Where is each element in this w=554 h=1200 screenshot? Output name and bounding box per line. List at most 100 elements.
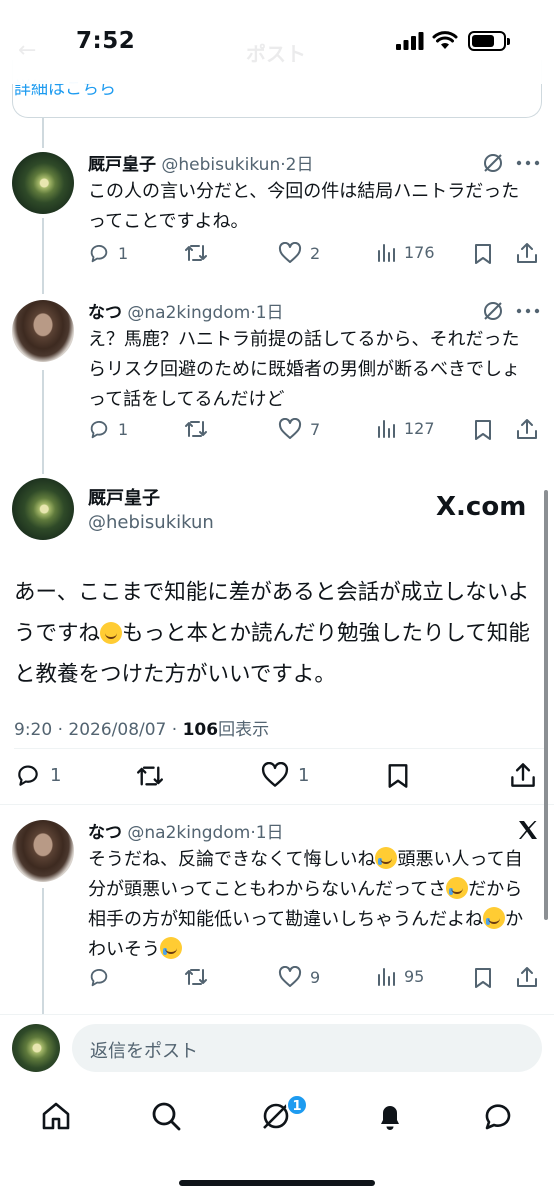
main-like-action[interactable]: 1 xyxy=(260,762,309,788)
notifications-icon[interactable] xyxy=(374,1100,406,1132)
avatar[interactable] xyxy=(12,300,74,362)
views-icon xyxy=(378,420,395,438)
notification-badge: 1 xyxy=(286,1094,308,1116)
share-icon[interactable] xyxy=(516,966,538,988)
back-arrow-icon[interactable]: ← xyxy=(18,38,36,63)
post-header: なつ @na2kingdom·1日 xyxy=(88,303,284,323)
cellular-signal-icon xyxy=(396,32,424,50)
reply-input[interactable]: 返信をポスト xyxy=(72,1024,542,1072)
avatar[interactable] xyxy=(12,152,74,214)
battery-icon xyxy=(468,31,510,51)
divider xyxy=(0,804,554,805)
share-icon[interactable] xyxy=(510,762,536,788)
reply-count: 1 xyxy=(50,764,62,786)
like-count: 2 xyxy=(310,243,321,263)
post-meta: 9:20 · 2026/08/07 · 106回表示 xyxy=(14,715,269,740)
repost-icon[interactable] xyxy=(184,966,208,988)
crying-emoji xyxy=(160,937,182,959)
thread-line xyxy=(42,888,44,1014)
reply-action[interactable]: 1 xyxy=(88,418,128,440)
thread-line xyxy=(42,370,44,474)
post-text: え？馬鹿？ハニトラ前提の話してるから、それだったらリスク回避のために既婚者の男側… xyxy=(88,329,520,410)
thread-line xyxy=(42,218,44,294)
bookmark-icon[interactable] xyxy=(473,419,493,441)
like-count: 7 xyxy=(310,419,321,439)
like-count: 9 xyxy=(310,967,321,987)
main-reply-action[interactable]: 1 xyxy=(14,762,61,788)
avatar[interactable] xyxy=(12,820,74,882)
author-handle[interactable]: @hebisukikun xyxy=(161,155,280,175)
post-age: 1日 xyxy=(255,823,284,843)
bookmark-icon[interactable] xyxy=(473,243,493,265)
reply-count: 1 xyxy=(118,243,129,263)
repost-icon xyxy=(185,245,207,261)
share-icon[interactable] xyxy=(516,418,538,440)
grok-icon[interactable] xyxy=(482,300,504,322)
repost-icon[interactable] xyxy=(135,763,165,789)
status-bar: ← ポスト 7:52 xyxy=(0,0,554,84)
post-timestamp: 9:20 · 2026/08/07 · xyxy=(14,720,183,740)
home-icon[interactable] xyxy=(40,1100,72,1132)
views-count: 176 xyxy=(404,242,435,262)
main-author-name[interactable]: 厩戸皇子 xyxy=(88,484,160,510)
author-name[interactable]: なつ xyxy=(88,303,122,323)
main-avatar[interactable] xyxy=(12,478,74,540)
share-icon[interactable] xyxy=(516,242,538,264)
post-age: 1日 xyxy=(255,303,284,323)
like-action[interactable]: 7 xyxy=(278,418,320,440)
like-action[interactable]: 2 xyxy=(278,242,320,264)
reply-post[interactable]: 厩戸皇子 @hebisukikun·2日 この人の言い分だと、今回の件は結局ハニ… xyxy=(88,150,534,237)
reply-icon xyxy=(18,765,38,786)
heart-icon xyxy=(261,762,289,787)
reply-action[interactable]: 1 xyxy=(88,242,128,264)
views-action[interactable]: 127 xyxy=(376,418,435,438)
main-author-handle[interactable]: @hebisukikun xyxy=(88,512,214,533)
views-action[interactable]: 95 xyxy=(376,966,424,986)
bookmark-icon[interactable] xyxy=(386,763,410,789)
views-action[interactable]: 176 xyxy=(376,242,435,262)
more-options-icon[interactable] xyxy=(516,308,540,314)
bookmark-icon[interactable] xyxy=(473,967,493,989)
post-text: そうだね、反論できなくて悔しいね 頭悪い人って自分が頭悪いってこともわからないんだ… xyxy=(88,847,524,960)
post-text: この人の言い分だと、今回の件は結局ハニトラだったってことですよね。 xyxy=(88,181,520,232)
like-action[interactable]: 9 xyxy=(278,966,320,988)
reply-icon xyxy=(90,420,108,439)
header-title: ポスト xyxy=(246,42,306,66)
repost-icon xyxy=(185,421,207,437)
crying-emoji xyxy=(446,877,469,899)
reply-post[interactable]: なつ @na2kingdom·1日 そうだね、反論できなくて悔しいね 頭悪い人って… xyxy=(88,818,534,965)
views-count: 95 xyxy=(404,966,425,986)
reply-count: 1 xyxy=(118,419,129,439)
x-logo-icon xyxy=(519,821,537,839)
reply-post[interactable]: なつ @na2kingdom·1日 え？馬鹿？ハニトラ前提の話してるから、それだ… xyxy=(88,298,534,415)
wifi-icon xyxy=(432,31,458,49)
divider xyxy=(14,748,544,749)
source-label: X.com xyxy=(436,492,527,522)
author-handle[interactable]: @na2kingdom xyxy=(127,303,250,323)
heart-icon xyxy=(278,418,302,439)
grok-icon[interactable] xyxy=(482,152,504,174)
messages-icon[interactable] xyxy=(482,1100,514,1132)
post-header: なつ @na2kingdom·1日 xyxy=(88,823,284,843)
more-options-icon[interactable] xyxy=(516,160,540,166)
like-count: 1 xyxy=(298,764,310,786)
crying-emoji xyxy=(483,907,506,929)
repost-action[interactable] xyxy=(184,418,216,440)
crying-emoji xyxy=(375,847,398,869)
reply-icon xyxy=(90,244,108,263)
reply-icon[interactable] xyxy=(88,966,110,988)
heart-icon xyxy=(278,242,302,263)
author-name[interactable]: 厩戸皇子 xyxy=(88,155,156,175)
views-count: 127 xyxy=(404,418,435,438)
status-time: 7:52 xyxy=(76,28,136,54)
search-icon[interactable] xyxy=(150,1100,182,1132)
thread-line xyxy=(42,118,44,148)
composer-avatar xyxy=(12,1024,60,1072)
repost-action[interactable] xyxy=(184,242,216,264)
author-name[interactable]: なつ xyxy=(88,823,122,843)
scrollbar[interactable] xyxy=(544,490,548,920)
post-header: 厩戸皇子 @hebisukikun·2日 xyxy=(88,155,314,175)
views-icon xyxy=(378,244,395,262)
author-handle[interactable]: @na2kingdom xyxy=(127,823,250,843)
home-indicator xyxy=(179,1180,375,1186)
